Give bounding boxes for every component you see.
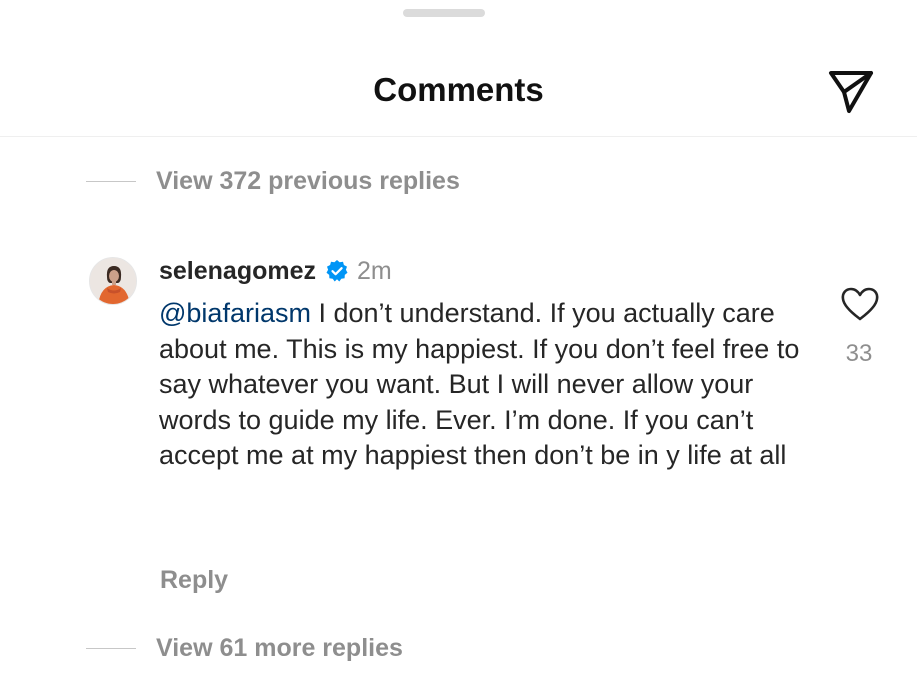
- like-count: 33: [845, 340, 873, 367]
- replies-divider-line: [86, 180, 136, 182]
- page-title: Comments: [373, 71, 544, 108]
- replies-divider-line: [86, 647, 136, 649]
- drag-handle[interactable]: [403, 9, 485, 17]
- like-button[interactable]: [838, 284, 882, 324]
- heart-icon: [841, 287, 879, 321]
- comment-mention-link[interactable]: @biafariasm: [159, 298, 311, 328]
- header-divider: [0, 136, 917, 137]
- view-previous-replies-button[interactable]: View 372 previous replies: [86, 165, 460, 197]
- comment-header: selenagomez 2m: [159, 255, 392, 287]
- verified-badge-icon: [325, 259, 349, 283]
- paper-plane-icon: [829, 71, 873, 113]
- reply-button[interactable]: Reply: [160, 564, 228, 596]
- comment-text: @biafariasm I don’t understand. If you a…: [159, 296, 819, 474]
- comments-sheet: Comments View 372 previous replies selen…: [0, 0, 917, 693]
- avatar[interactable]: [89, 257, 137, 305]
- view-more-replies-button[interactable]: View 61 more replies: [86, 632, 403, 664]
- view-previous-replies-label: View 372 previous replies: [156, 167, 460, 195]
- comment-username[interactable]: selenagomez: [159, 255, 316, 287]
- share-button[interactable]: [823, 63, 879, 119]
- avatar-photo: [90, 258, 136, 304]
- view-more-replies-label: View 61 more replies: [156, 634, 403, 662]
- comment-timestamp: 2m: [357, 257, 392, 285]
